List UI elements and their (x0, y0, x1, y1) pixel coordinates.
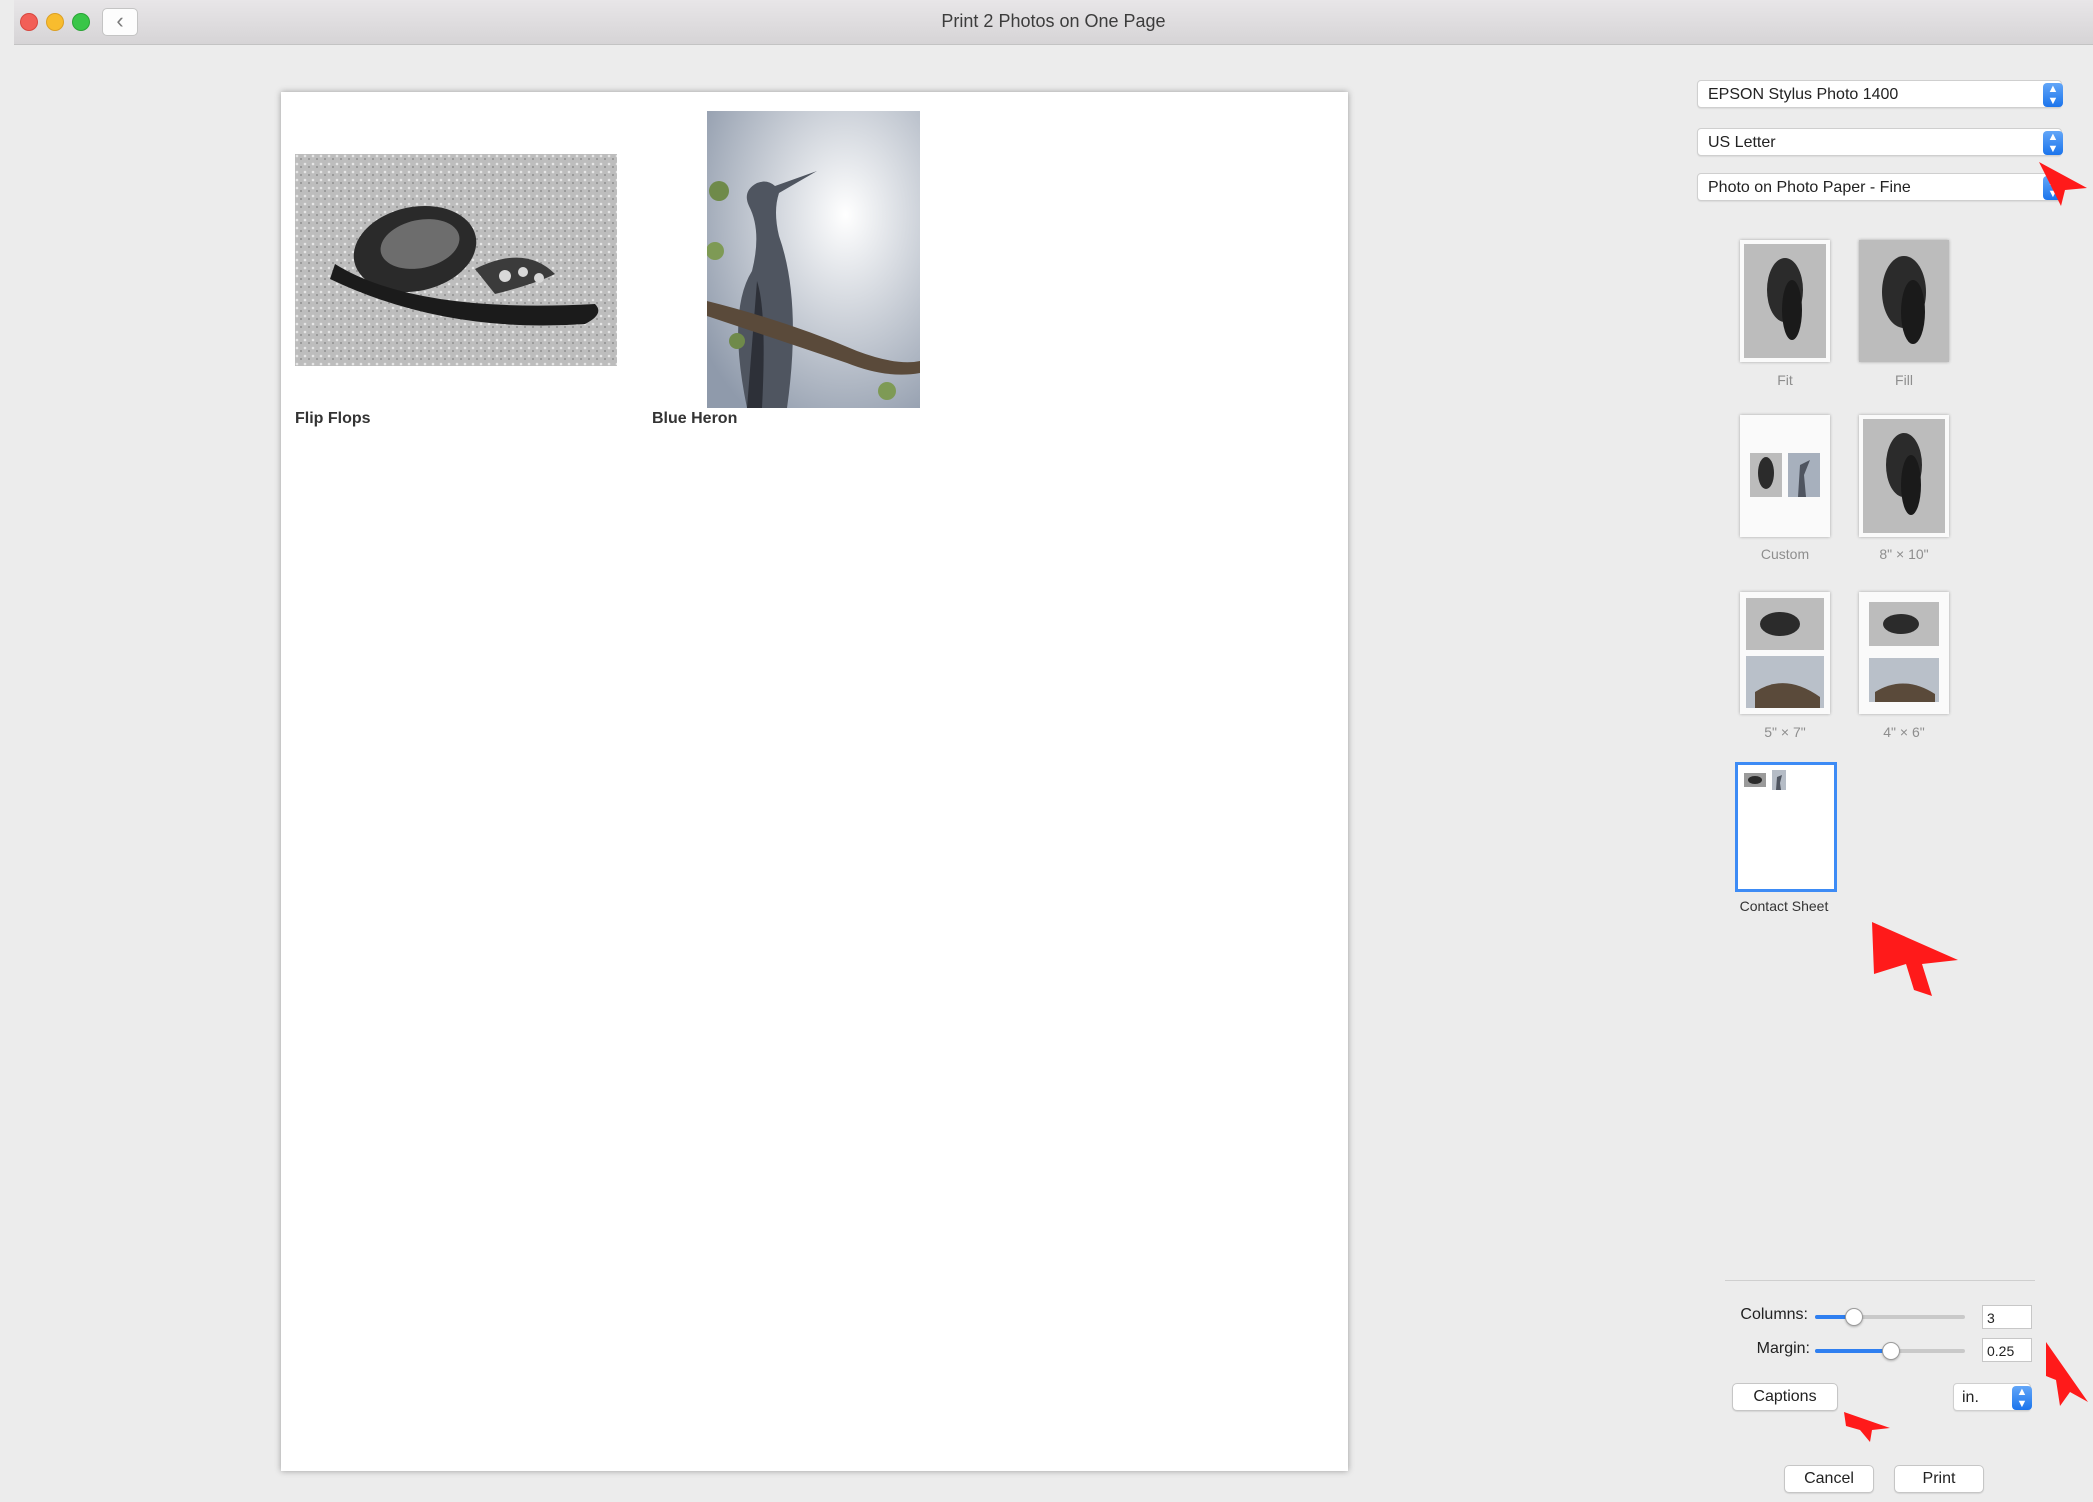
printer-popup[interactable]: EPSON Stylus Photo 1400 ▲ ▼ (1697, 80, 2063, 108)
units-popup[interactable]: in. ▲ ▼ (1953, 1383, 2032, 1411)
quality-value: Photo on Photo Paper - Fine (1708, 179, 1911, 196)
columns-label: Columns: (1740, 1306, 1808, 1323)
margin-label: Margin: (1756, 1340, 1810, 1357)
paper-size-popup[interactable]: US Letter ▲ ▼ (1697, 128, 2063, 156)
layout-8x10-label: 8" × 10" (1879, 546, 1929, 562)
layout-8x10-thumbnail[interactable] (1859, 415, 1949, 537)
columns-field[interactable]: 3 (1982, 1305, 2032, 1329)
cancel-button[interactable]: Cancel (1784, 1465, 1874, 1493)
red-arrow-annotation (2046, 1342, 2088, 1406)
print-preview-page: Flip Flops Blue Heron (281, 92, 1348, 1471)
title-bar: ‹ Print 2 Photos on One Page (14, 0, 2093, 45)
layout-custom-thumbnail[interactable] (1740, 415, 1830, 537)
layout-fit-label: Fit (1777, 372, 1793, 388)
controls-divider (1725, 1280, 2035, 1281)
margin-slider-knob[interactable] (1882, 1342, 1900, 1360)
layout-4x6-label: 4" × 6" (1883, 724, 1925, 740)
printer-value: EPSON Stylus Photo 1400 (1708, 86, 1899, 103)
flip-flops-caption: Flip Flops (295, 410, 371, 427)
flip-flops-photo[interactable] (295, 154, 617, 366)
stepper-icon: ▲▼ (2012, 1386, 2032, 1410)
red-arrow-annotation (2039, 162, 2087, 206)
margin-slider-fill (1815, 1349, 1890, 1353)
layout-5x7-thumbnail[interactable] (1740, 592, 1830, 714)
layout-4x6-thumbnail[interactable] (1859, 592, 1949, 714)
print-button[interactable]: Print (1894, 1465, 1984, 1493)
layout-contact-sheet-thumbnail[interactable] (1735, 762, 1837, 892)
margin-field[interactable]: 0.25 (1982, 1338, 2032, 1362)
window-title: Print 2 Photos on One Page (941, 11, 1166, 31)
quality-popup[interactable]: Photo on Photo Paper - Fine ▲▼ (1697, 173, 2063, 201)
layout-contact-sheet-label: Contact Sheet (1739, 898, 1829, 914)
stepper-icon: ▲▼ (2043, 83, 2063, 107)
red-arrow-annotation (1872, 922, 1958, 996)
paper-size-value: US Letter (1708, 134, 1776, 151)
layout-fill-label: Fill (1895, 372, 1913, 388)
blue-heron-photo[interactable] (707, 111, 920, 408)
columns-slider-knob[interactable] (1844, 1308, 1863, 1326)
layout-fill-thumbnail[interactable] (1859, 240, 1949, 362)
layout-fit-thumbnail[interactable] (1740, 240, 1830, 362)
stepper-icon: ▲▼ (2043, 131, 2063, 155)
captions-button[interactable]: Captions (1732, 1383, 1838, 1411)
units-value: in. (1962, 1389, 1979, 1406)
red-arrow-annotation (1844, 1412, 1890, 1442)
layout-custom-label: Custom (1760, 546, 1810, 562)
blue-heron-caption: Blue Heron (652, 410, 738, 427)
layout-5x7-label: 5" × 7" (1764, 724, 1806, 740)
